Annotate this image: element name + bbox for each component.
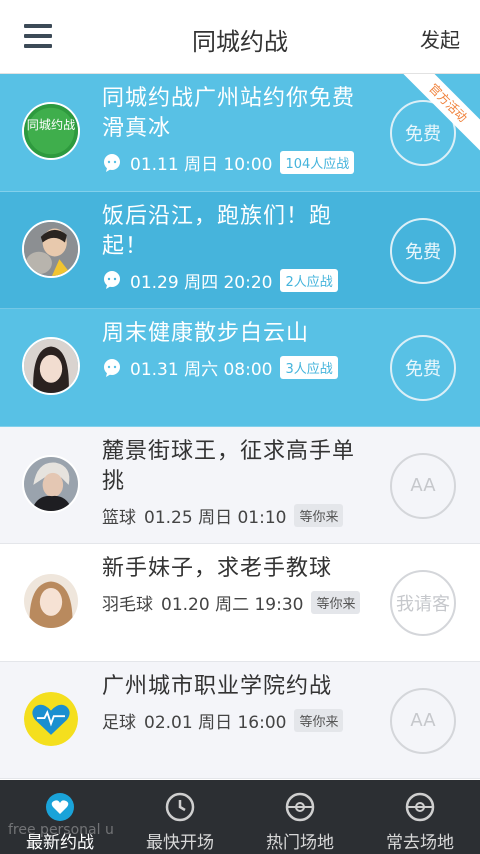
event-list: 同城约战 同城约战广州站约你免费滑真冰 01.11 周日 10:00 104人应…: [0, 74, 480, 780]
tab-label: 常去场地: [386, 833, 454, 853]
avatar: [22, 219, 80, 278]
participant-badge: 104人应战: [280, 151, 355, 174]
payment-type-button[interactable]: 我请客: [390, 570, 456, 636]
sport-type: 羽毛球: [102, 595, 153, 615]
tab-popular-venues[interactable]: 热门场地: [240, 780, 360, 854]
create-event-button[interactable]: 发起: [420, 24, 460, 53]
chat-icon: [104, 271, 120, 289]
list-item[interactable]: 饭后沿江，跑族们！跑起！ 01.29 周四 20:20 2人应战 免费: [0, 191, 480, 309]
bottom-tab-bar: 最新约战 最快开场 热门场地 常去场地: [0, 780, 480, 854]
tab-latest[interactable]: 最新约战: [0, 780, 120, 854]
avatar: [22, 337, 80, 395]
tab-soonest[interactable]: 最快开场: [120, 780, 240, 854]
event-meta: 01.31 周六 08:00 3人应战: [102, 355, 338, 380]
status-badge: 等你来: [294, 708, 344, 732]
event-title: 饭后沿江，跑族们！跑起！: [102, 203, 333, 259]
status-badge: 等你来: [294, 503, 344, 527]
event-title: 广州城市职业学院约战: [102, 673, 333, 699]
event-meta: 羽毛球 01.20 周二 19:30 等你来: [102, 590, 361, 615]
price-button[interactable]: 免费: [390, 335, 456, 401]
list-item[interactable]: 广州城市职业学院约战 足球 02.01 周日 16:00 等你来 AA: [0, 661, 480, 779]
chat-icon: [104, 358, 120, 377]
event-time: 01.31 周六 08:00: [130, 360, 273, 380]
event-title: 麓景街球王，征求高手单挑: [102, 438, 356, 494]
event-time: 01.20 周二 19:30: [161, 595, 304, 615]
avatar: [22, 454, 80, 513]
event-meta: 足球 02.01 周日 16:00 等你来: [102, 708, 344, 733]
field-icon: [285, 792, 315, 822]
event-meta: 篮球 01.25 周日 01:10 等你来: [102, 503, 344, 528]
event-time: 01.11 周日 10:00: [130, 155, 273, 175]
avatar: [22, 689, 80, 748]
chat-icon: [104, 153, 120, 172]
event-time: 01.29 周四 20:20: [130, 272, 273, 293]
event-title: 同城约战广州站约你免费滑真冰: [102, 86, 356, 141]
list-item[interactable]: 周末健康散步白云山 01.31 周六 08:00 3人应战 免费: [0, 309, 480, 427]
payment-type-button[interactable]: AA: [390, 687, 456, 754]
participant-badge: 3人应战: [280, 356, 338, 379]
tab-label: 最新约战: [26, 833, 94, 853]
list-item[interactable]: 新手妹子，求老手教球 羽毛球 01.20 周二 19:30 等你来 我请客: [0, 544, 480, 662]
tab-label: 最快开场: [146, 833, 214, 853]
participant-badge: 2人应战: [280, 268, 338, 292]
avatar-label: 同城约战: [27, 117, 75, 132]
app-header: 同城约战 发起: [0, 0, 480, 74]
event-title: 周末健康散步白云山: [102, 321, 310, 346]
avatar: [22, 572, 80, 630]
tab-label: 热门场地: [266, 833, 334, 853]
field-icon: [405, 792, 435, 822]
payment-type-button[interactable]: AA: [390, 452, 456, 519]
event-meta: 01.11 周日 10:00 104人应战: [102, 150, 355, 175]
event-title: 新手妹子，求老手教球: [102, 556, 333, 581]
price-button[interactable]: 免费: [390, 217, 456, 284]
list-item[interactable]: 麓景街球王，征求高手单挑 篮球 01.25 周日 01:10 等你来 AA: [0, 426, 480, 544]
tab-frequent-venues[interactable]: 常去场地: [360, 780, 480, 854]
avatar: 同城约战: [22, 102, 80, 160]
clock-icon: [165, 792, 195, 822]
sport-type: 足球: [102, 712, 136, 733]
heart-icon: [46, 793, 74, 821]
event-time: 02.01 周日 16:00: [144, 712, 287, 733]
page-title: 同城约战: [192, 28, 288, 56]
list-item[interactable]: 同城约战 同城约战广州站约你免费滑真冰 01.11 周日 10:00 104人应…: [0, 74, 480, 192]
status-badge: 等你来: [311, 591, 361, 614]
event-time: 01.25 周日 01:10: [144, 507, 287, 528]
sport-type: 篮球: [102, 507, 136, 528]
event-meta: 01.29 周四 20:20 2人应战: [102, 268, 338, 293]
